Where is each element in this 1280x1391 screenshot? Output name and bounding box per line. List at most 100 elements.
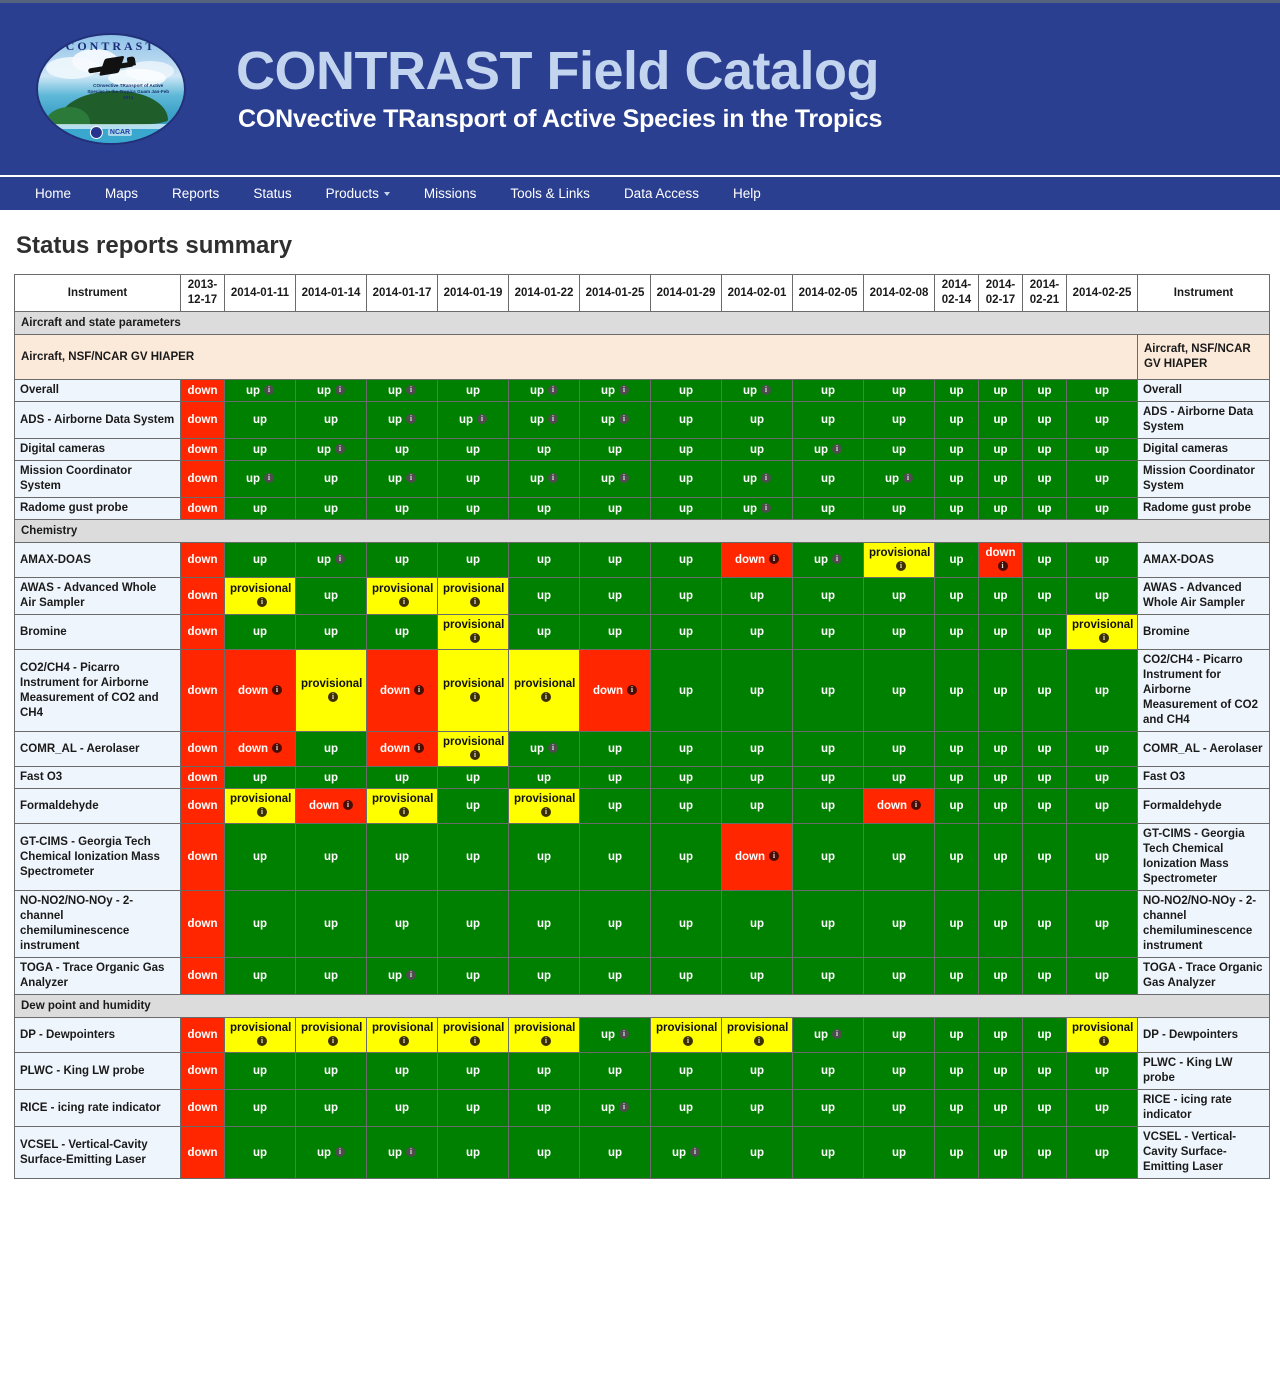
- nav-item-missions[interactable]: Missions: [407, 186, 494, 201]
- status-cell-up[interactable]: up: [224, 379, 296, 402]
- status-cell-up[interactable]: up: [224, 438, 296, 461]
- info-icon[interactable]: [832, 443, 843, 455]
- status-cell-up[interactable]: up: [650, 1089, 722, 1127]
- info-icon[interactable]: [754, 1035, 764, 1047]
- status-cell-up[interactable]: up: [1066, 731, 1138, 767]
- status-cell-up[interactable]: up: [650, 401, 722, 439]
- status-cell-up[interactable]: up: [437, 788, 509, 824]
- status-cell-up[interactable]: up: [224, 460, 296, 498]
- status-cell-up[interactable]: up: [978, 823, 1023, 891]
- status-cell-up[interactable]: up: [579, 542, 651, 578]
- status-cell-provisional[interactable]: provisional: [224, 577, 296, 615]
- status-cell-up[interactable]: up: [508, 542, 580, 578]
- status-cell-up[interactable]: up: [978, 1089, 1023, 1127]
- info-icon[interactable]: [399, 596, 409, 608]
- status-cell-down[interactable]: down: [180, 1017, 225, 1053]
- info-icon[interactable]: [264, 384, 275, 396]
- status-cell-up[interactable]: up: [650, 823, 722, 891]
- status-cell-up[interactable]: up: [295, 379, 367, 402]
- status-cell-up[interactable]: up: [1066, 957, 1138, 995]
- status-cell-provisional[interactable]: provisional: [295, 649, 367, 732]
- status-cell-up[interactable]: up: [978, 1017, 1023, 1053]
- info-icon[interactable]: [257, 806, 267, 818]
- info-icon[interactable]: [896, 560, 906, 572]
- status-cell-up[interactable]: up: [650, 497, 722, 520]
- status-cell-provisional[interactable]: provisional: [508, 649, 580, 732]
- status-cell-up[interactable]: up: [1066, 1126, 1138, 1179]
- status-cell-up[interactable]: up: [579, 401, 651, 439]
- status-cell-up[interactable]: up: [721, 890, 793, 958]
- status-cell-up[interactable]: up: [863, 731, 935, 767]
- status-cell-up[interactable]: up: [978, 614, 1023, 650]
- status-cell-up[interactable]: up: [721, 614, 793, 650]
- info-icon[interactable]: [683, 1035, 693, 1047]
- info-icon[interactable]: [619, 1101, 630, 1113]
- status-cell-provisional[interactable]: provisional: [437, 577, 509, 615]
- status-cell-up[interactable]: up: [1066, 577, 1138, 615]
- status-cell-up[interactable]: up: [934, 649, 979, 732]
- status-cell-up[interactable]: up: [792, 788, 864, 824]
- status-cell-down[interactable]: down: [180, 379, 225, 402]
- info-icon[interactable]: [328, 1035, 338, 1047]
- status-cell-up[interactable]: up: [1022, 438, 1067, 461]
- status-cell-down[interactable]: down: [863, 788, 935, 824]
- status-cell-up[interactable]: up: [437, 1126, 509, 1179]
- info-icon[interactable]: [406, 969, 417, 981]
- status-cell-up[interactable]: up: [366, 542, 438, 578]
- status-cell-up[interactable]: up: [1022, 823, 1067, 891]
- status-cell-up[interactable]: up: [863, 497, 935, 520]
- status-cell-up[interactable]: up: [366, 379, 438, 402]
- status-cell-up[interactable]: up: [224, 890, 296, 958]
- status-cell-up[interactable]: up: [1022, 1089, 1067, 1127]
- status-cell-down[interactable]: down: [224, 649, 296, 732]
- status-cell-up[interactable]: up: [508, 438, 580, 461]
- info-icon[interactable]: [619, 413, 630, 425]
- status-cell-up[interactable]: up: [978, 1126, 1023, 1179]
- status-cell-up[interactable]: up: [508, 1126, 580, 1179]
- info-icon[interactable]: [399, 1035, 409, 1047]
- status-cell-up[interactable]: up: [508, 1089, 580, 1127]
- status-cell-up[interactable]: up: [863, 890, 935, 958]
- status-cell-up[interactable]: up: [650, 890, 722, 958]
- status-cell-up[interactable]: up: [650, 438, 722, 461]
- status-cell-up[interactable]: up: [978, 649, 1023, 732]
- status-cell-down[interactable]: down: [295, 788, 367, 824]
- info-icon[interactable]: [257, 1035, 267, 1047]
- status-cell-up[interactable]: up: [721, 957, 793, 995]
- status-cell-provisional[interactable]: provisional: [224, 788, 296, 824]
- status-cell-up[interactable]: up: [978, 788, 1023, 824]
- status-cell-down[interactable]: down: [180, 1089, 225, 1127]
- status-cell-up[interactable]: up: [792, 957, 864, 995]
- status-cell-up[interactable]: up: [437, 766, 509, 789]
- status-cell-up[interactable]: up: [978, 401, 1023, 439]
- status-cell-up[interactable]: up: [1022, 542, 1067, 578]
- info-icon[interactable]: [470, 596, 480, 608]
- status-cell-up[interactable]: up: [437, 1089, 509, 1127]
- status-cell-up[interactable]: up: [792, 379, 864, 402]
- status-cell-down[interactable]: down: [180, 401, 225, 439]
- status-cell-up[interactable]: up: [295, 438, 367, 461]
- status-cell-provisional[interactable]: provisional: [508, 788, 580, 824]
- status-cell-up[interactable]: up: [295, 957, 367, 995]
- status-cell-up[interactable]: up: [863, 401, 935, 439]
- status-cell-up[interactable]: up: [1066, 1089, 1138, 1127]
- status-cell-up[interactable]: up: [650, 766, 722, 789]
- status-cell-up[interactable]: up: [1066, 401, 1138, 439]
- status-cell-up[interactable]: up: [1022, 1052, 1067, 1090]
- status-cell-up[interactable]: up: [508, 401, 580, 439]
- info-icon[interactable]: [832, 1028, 843, 1040]
- status-cell-up[interactable]: up: [863, 823, 935, 891]
- info-icon[interactable]: [769, 553, 780, 565]
- status-cell-up[interactable]: up: [863, 1017, 935, 1053]
- info-icon[interactable]: [414, 742, 425, 754]
- status-cell-up[interactable]: up: [1066, 438, 1138, 461]
- status-cell-provisional[interactable]: provisional: [650, 1017, 722, 1053]
- status-cell-up[interactable]: up: [579, 957, 651, 995]
- status-cell-provisional[interactable]: provisional: [366, 1017, 438, 1053]
- status-cell-up[interactable]: up: [934, 1126, 979, 1179]
- info-icon[interactable]: [470, 691, 480, 703]
- status-cell-up[interactable]: up: [1066, 788, 1138, 824]
- status-cell-up[interactable]: up: [508, 497, 580, 520]
- status-cell-up[interactable]: up: [366, 957, 438, 995]
- status-cell-up[interactable]: up: [437, 890, 509, 958]
